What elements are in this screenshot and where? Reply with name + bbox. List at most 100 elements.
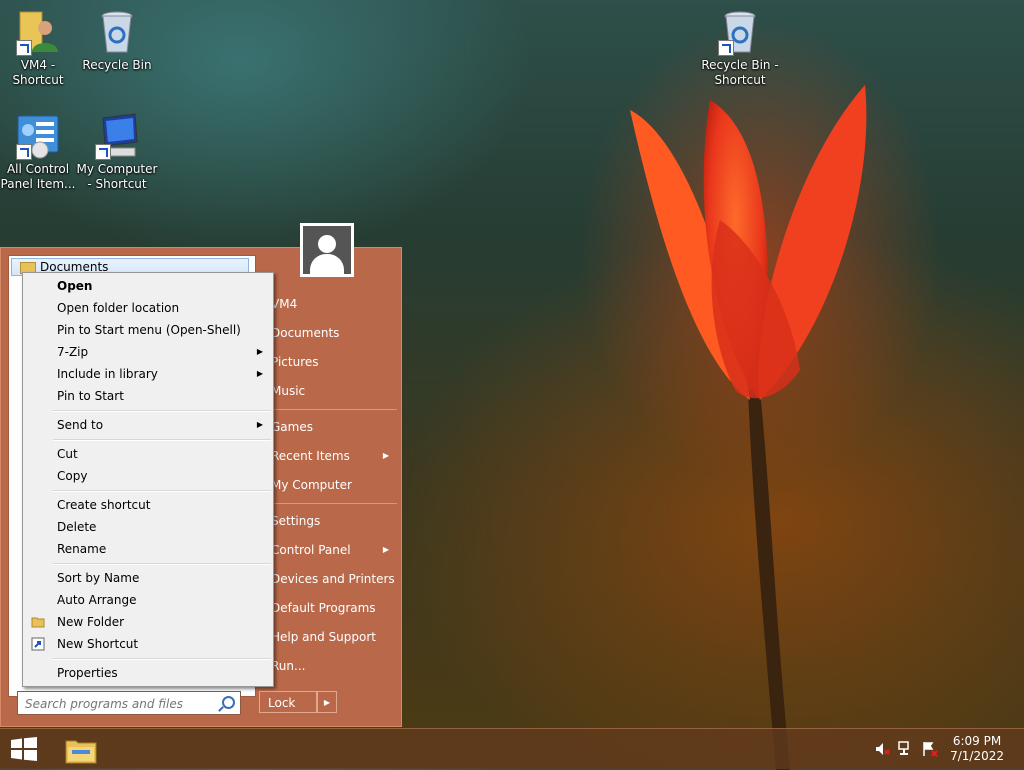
menu-item-label: Pin to Start menu (Open-Shell) [57,323,241,337]
control-panel-icon [14,112,62,160]
menu-item-send-to[interactable]: Send to ▶ [25,414,271,436]
menu-item-new-folder[interactable]: New Folder [25,611,271,633]
start-item-vm4[interactable]: VM4 [271,293,397,315]
recycle-bin-icon [93,8,141,56]
start-item-run[interactable]: Run... [271,655,397,677]
start-button[interactable] [10,737,38,761]
search-input[interactable] [23,693,217,715]
menu-item-label: New Folder [57,615,125,629]
menu-item-label: New Shortcut [57,637,139,651]
search-programs-box[interactable] [17,691,241,715]
shortcut-overlay-icon [16,144,32,160]
shortcut-overlay-icon [718,40,734,56]
menu-item-rename[interactable]: Rename [25,538,271,560]
start-item-devices-and-printers[interactable]: Devices and Printers [271,568,397,590]
desktop-icon-recycle-bin-shortcut[interactable]: Recycle Bin - Shortcut [698,8,782,88]
menu-separator [53,563,271,565]
menu-item-label: Delete [57,520,97,534]
taskbar-clock[interactable]: 6:09 PM 7/1/2022 [950,734,1004,764]
menu-item-label: Copy [57,469,88,483]
desktop-icon-vm4-shortcut[interactable]: VM4 - Shortcut [0,8,80,88]
menu-item-properties[interactable]: Properties [25,662,271,684]
start-item-music[interactable]: Music [271,380,397,402]
start-item-pictures[interactable]: Pictures [271,351,397,373]
menu-item-auto-arrange[interactable]: Auto Arrange [25,589,271,611]
menu-item-label: Pin to Start [57,389,124,403]
menu-item-pin-to-start[interactable]: Pin to Start [25,385,271,407]
user-avatar[interactable] [300,223,354,277]
search-icon[interactable] [222,696,235,709]
menu-separator [53,439,271,441]
start-separator [263,409,397,410]
menu-item-cut[interactable]: Cut [25,443,271,465]
volume-muted-icon[interactable] [874,741,890,757]
start-item-games[interactable]: Games [271,416,397,438]
menu-item-label: Open [57,279,93,293]
start-item-label: Help and Support [271,630,376,644]
start-item-label: Documents [271,326,340,340]
desktop-icon-my-computer-shortcut[interactable]: My Computer - Shortcut [75,112,159,192]
start-item-label: Games [271,420,313,434]
desktop-icon-label: My Computer [76,162,158,176]
tulip-wallpaper-image [630,85,867,770]
start-item-control-panel[interactable]: Control Panel ▶ [271,539,397,561]
menu-item-new-shortcut[interactable]: New Shortcut [25,633,271,655]
menu-separator [53,410,271,412]
clock-time: 6:09 PM [952,734,1002,748]
menu-item-open[interactable]: Open [25,275,271,297]
network-icon[interactable] [898,741,914,757]
desktop-icon-label: Panel Item... [0,177,76,191]
start-item-my-computer[interactable]: My Computer [271,474,397,496]
start-item-documents[interactable]: Documents [271,322,397,344]
start-item-settings[interactable]: Settings [271,510,397,532]
menu-item-label: Cut [57,447,78,461]
start-separator [263,503,397,504]
user-folder-icon [14,8,62,56]
desktop-icon-recycle-bin[interactable]: Recycle Bin [75,8,159,73]
menu-item-label: Rename [57,542,107,556]
start-item-help-and-support[interactable]: Help and Support [271,626,397,648]
menu-item-include-in-library[interactable]: Include in library ▶ [25,363,271,385]
start-item-label: Recent Items [271,449,350,463]
menu-item-delete[interactable]: Delete [25,516,271,538]
recycle-bin-icon [716,8,764,56]
lock-options-button[interactable]: ▶ [317,691,337,713]
file-explorer-icon [65,740,97,764]
clock-date: 7/1/2022 [950,749,1004,763]
action-center-flag-icon[interactable] [922,741,938,757]
shortcut-overlay-icon [95,144,111,160]
submenu-arrow-icon: ▶ [256,347,263,356]
taskbar: 6:09 PM 7/1/2022 [0,728,1024,769]
start-item-label: VM4 [271,297,298,311]
start-item-label: Default Programs [271,601,376,615]
menu-separator [53,490,271,492]
chevron-right-icon: ▶ [382,545,389,554]
menu-item-open-folder-location[interactable]: Open folder location [25,297,271,319]
user-silhouette-icon [303,226,351,274]
shortcut-overlay-icon [16,40,32,56]
menu-item-copy[interactable]: Copy [25,465,271,487]
start-item-label: Control Panel [271,543,351,557]
start-item-recent-items[interactable]: Recent Items ▶ [271,445,397,467]
start-item-label: Devices and Printers [271,572,395,586]
file-explorer-taskbar-button[interactable] [64,735,98,765]
menu-item-label: Auto Arrange [57,593,137,607]
menu-item-7zip[interactable]: 7-Zip ▶ [25,341,271,363]
desktop-icon-label: Recycle Bin - [701,58,779,72]
menu-separator [53,658,271,660]
lock-button[interactable]: Lock [259,691,317,713]
menu-item-create-shortcut[interactable]: Create shortcut [25,494,271,516]
menu-item-label: Properties [57,666,118,680]
start-item-label: Pictures [271,355,319,369]
context-menu: Open Open folder location Pin to Start m… [22,272,274,687]
menu-item-sort-by-name[interactable]: Sort by Name [25,567,271,589]
menu-item-label: Include in library [57,367,158,381]
start-item-label: Run... [271,659,306,673]
desktop-icon-all-control-panel-items[interactable]: All Control Panel Item... [0,112,80,192]
start-item-default-programs[interactable]: Default Programs [271,597,397,619]
menu-item-label: Sort by Name [57,571,140,585]
windows-logo-icon [11,737,37,761]
menu-item-pin-to-start-menu[interactable]: Pin to Start menu (Open-Shell) [25,319,271,341]
folder-icon [31,617,45,628]
menu-item-label: Open folder location [57,301,180,315]
